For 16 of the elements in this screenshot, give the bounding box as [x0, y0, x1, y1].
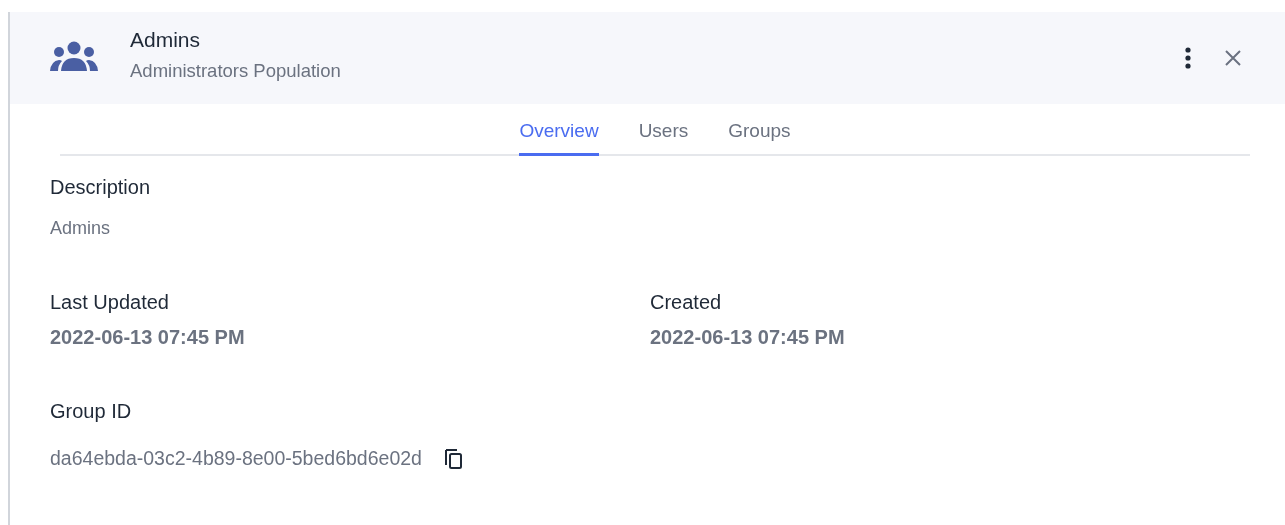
field-value: 2022-06-13 07:45 PM: [650, 326, 845, 349]
group-title: Admins: [130, 28, 201, 52]
group-subtitle: Administrators Population: [130, 60, 341, 82]
field-label: Last Updated: [50, 291, 169, 314]
more-options-button[interactable]: [1183, 46, 1193, 70]
field-label: Group ID: [50, 400, 132, 423]
field-label: Created: [650, 291, 722, 314]
tab[interactable]: Overview: [519, 104, 599, 156]
field-value: da64ebda-03c2-4b89-8e00-5bed6bd6e02d: [50, 447, 422, 470]
field-label: Description: [50, 176, 151, 199]
tab[interactable]: Users: [638, 104, 689, 156]
tab[interactable]: Groups: [728, 104, 791, 156]
users-icon: [50, 41, 98, 71]
field-value: 2022-06-13 07:45 PM: [50, 326, 245, 349]
copy-icon[interactable]: [443, 447, 464, 470]
field-value: Admins: [50, 218, 111, 239]
